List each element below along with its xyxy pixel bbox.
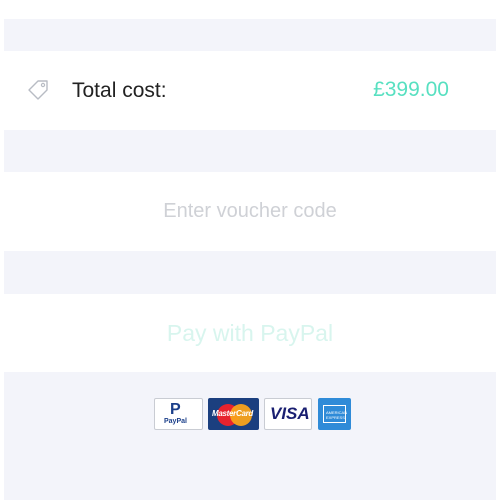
checkout-screen: Total cost: £399.00 Pay with PayPal P Pa… (0, 0, 500, 500)
amex-logo-icon: AMERICAN EXPRESS (318, 398, 351, 430)
total-cost-label: Total cost: (72, 79, 167, 102)
paypal-row: Pay with PayPal (4, 294, 496, 372)
total-cost-value: £399.00 (373, 78, 449, 101)
visa-logo-icon: VISA (264, 398, 312, 430)
paypal-logo-icon: P PayPal (154, 398, 203, 430)
voucher-code-input[interactable] (4, 172, 496, 251)
amex-logo-text: AMERICAN EXPRESS (326, 410, 348, 420)
top-separator (4, 19, 496, 51)
payment-methods-area: P PayPal MasterCard VISA AMERICAN EXPRES… (4, 372, 496, 500)
pay-with-paypal-button[interactable]: Pay with PayPal (4, 294, 496, 372)
tag-icon (28, 80, 48, 100)
total-cost-row: Total cost: £399.00 (4, 51, 496, 130)
paypal-logo-text: PayPal (164, 418, 187, 425)
voucher-row (4, 172, 496, 251)
amex-logo-box: AMERICAN EXPRESS (323, 405, 348, 423)
paypal-logo-mark: P (170, 401, 181, 418)
separator (4, 251, 496, 294)
mastercard-logo-text: MasterCard (212, 409, 254, 418)
visa-logo-text: VISA (270, 404, 310, 423)
separator (4, 130, 496, 172)
payment-card-logos: P PayPal MasterCard VISA AMERICAN EXPRES… (154, 398, 354, 432)
mastercard-logo-icon: MasterCard (208, 398, 259, 430)
